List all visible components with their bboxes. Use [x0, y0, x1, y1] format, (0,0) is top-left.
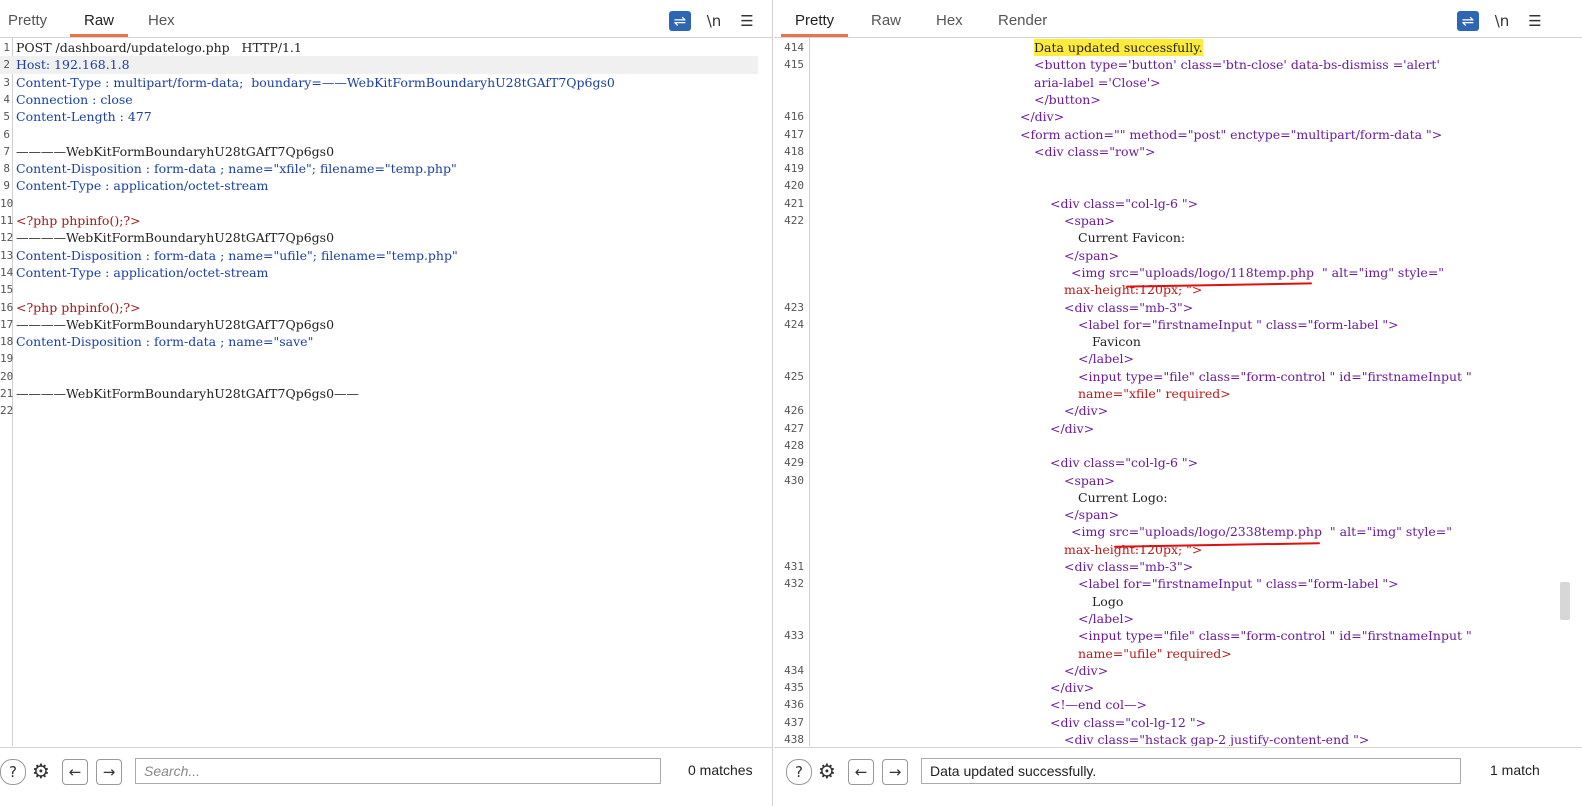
code-line: 436 <!—end col—> — [784, 697, 1147, 713]
code-line: Current Favicon: — [1078, 230, 1186, 246]
code-line: max-height:120px; "> — [1064, 541, 1203, 557]
response-pane: Pretty Raw Hex Render ⇌ \n ☰ 414 Data upd… — [774, 0, 1582, 806]
code-line: 414 Data updated successfully. — [784, 39, 1203, 57]
search-input[interactable]: Search... — [135, 758, 661, 784]
code-line: 431 <div class="mb-3"> — [784, 559, 1194, 574]
newline-toggle[interactable]: \n — [703, 11, 725, 31]
code-line: 438 <div class="hstack gap-2 justify-cont… — [784, 732, 1370, 746]
match-count: 0 matches — [688, 762, 753, 778]
previous-arrow-icon[interactable]: ← — [62, 759, 88, 785]
code-line: 22 — [0, 404, 14, 418]
wrap-lines-icon[interactable]: ⇌ — [1457, 11, 1479, 31]
code-line: </button> — [1034, 91, 1101, 107]
code-line: 426 </div> — [784, 403, 1109, 419]
code-line: 437 <div class="col-lg-12 "> — [784, 714, 1207, 730]
code-line: 15 — [0, 283, 14, 297]
help-icon[interactable]: ? — [0, 759, 26, 785]
code-line: 435 </div> — [784, 680, 1095, 696]
code-line: name="ufile" required> — [1078, 645, 1232, 661]
code-line: 19 — [0, 352, 14, 366]
code-line: 430 <span> — [784, 472, 1115, 488]
code-line: 416 </div> — [784, 109, 1065, 125]
code-line: max-height:120px; "> — [1064, 282, 1203, 298]
code-line: 18 Content-Disposition : form-data ; name… — [0, 334, 314, 350]
code-line: aria-label ='Close'> — [1034, 74, 1161, 90]
request-tabbar: Pretty Raw Hex ⇌ \n ☰ — [0, 0, 772, 38]
settings-gear-icon[interactable]: ⚙ — [815, 759, 839, 783]
code-line: 418 <div class="row"> — [784, 143, 1156, 159]
code-line: </label> — [1078, 351, 1135, 367]
code-line: 429 <div class="col-lg-6 "> — [784, 455, 1199, 471]
code-line: <img src="uploads/logo/118temp.php " alt… — [1071, 264, 1445, 280]
code-line: 6 — [3, 127, 10, 141]
code-line: Logo — [1092, 593, 1124, 609]
help-icon[interactable]: ? — [786, 759, 812, 785]
code-line: 9 Content-Type : application/octet-stream — [3, 178, 269, 194]
tab-pretty[interactable]: Pretty — [0, 11, 61, 35]
code-line: 427 </div> — [784, 420, 1095, 436]
code-line: 20 — [0, 369, 14, 383]
code-line: </label> — [1078, 610, 1135, 626]
code-line: 3 Content-Type : multipart/form-data; bou… — [3, 74, 615, 90]
code-line: </span> — [1064, 247, 1120, 263]
code-line: 419 — [784, 162, 804, 176]
code-line: 424 <label for="firstnameInput " class="f… — [784, 316, 1399, 332]
request-editor[interactable]: 1 POST /dashboard/updatelogo.php HTTP/1.1… — [0, 38, 772, 746]
code-line: 417 <form action="" method="post" enctype… — [784, 126, 1443, 142]
tab-raw[interactable]: Raw — [857, 11, 915, 35]
response-search-bar: ? ⚙ ← → Data updated successfully. 1 mat… — [774, 747, 1582, 794]
code-line: 11 <?php phpinfo();?> — [0, 213, 141, 228]
code-line: 2 Host: 192.168.1.8 — [0, 56, 758, 74]
request-pane: Pretty Raw Hex ⇌ \n ☰ 1 POST /dashboard/u… — [0, 0, 773, 806]
code-line: 4 Connection : close — [3, 91, 133, 107]
code-line: 428 — [784, 438, 804, 452]
tab-hex[interactable]: Hex — [134, 11, 189, 35]
code-line: 10 — [0, 196, 14, 210]
match-count: 1 match — [1490, 762, 1540, 778]
code-line: Current Logo: — [1078, 489, 1168, 505]
code-line: 14 Content-Type : application/octet-strea… — [0, 264, 269, 280]
code-line: name="xfile" required> — [1078, 386, 1231, 401]
search-input[interactable]: Data updated successfully. — [921, 758, 1461, 784]
code-line: 415 <button type='button' class='btn-clos… — [784, 57, 1440, 73]
code-line: 16 <?php phpinfo();?> — [0, 299, 141, 315]
code-line: 434 </div> — [784, 662, 1109, 678]
code-line: 12 ————WebKitFormBoundaryhU28tGAfT7Qp6gs0 — [0, 230, 335, 246]
next-arrow-icon[interactable]: → — [882, 759, 908, 785]
code-line: Favicon — [1092, 334, 1141, 350]
settings-gear-icon[interactable]: ⚙ — [29, 759, 53, 783]
menu-icon[interactable]: ☰ — [1524, 11, 1546, 31]
scrollbar-thumb[interactable] — [1560, 582, 1570, 620]
code-line: 422 <span> — [784, 213, 1115, 228]
code-line: 433 <input type="file" class="form-contro… — [784, 628, 1472, 644]
code-line: 423 <div class="mb-3"> — [784, 299, 1194, 315]
code-line: 432 <label for="firstnameInput " class="f… — [784, 576, 1399, 592]
response-tabbar: Pretty Raw Hex Render ⇌ \n ☰ — [774, 0, 1582, 38]
code-line: 1 POST /dashboard/updatelogo.php HTTP/1.1 — [3, 40, 302, 55]
menu-icon[interactable]: ☰ — [736, 11, 758, 31]
tab-pretty[interactable]: Pretty — [781, 11, 849, 37]
tab-render[interactable]: Render — [984, 11, 1061, 35]
code-line: 21 ————WebKitFormBoundaryhU28tGAfT7Qp6gs0… — [0, 386, 360, 401]
code-line: 425 <input type="file" class="form-contro… — [784, 368, 1472, 384]
code-line: 13 Content-Disposition : form-data ; name… — [0, 247, 458, 263]
code-line: </span> — [1064, 507, 1120, 523]
response-editor[interactable]: 414 Data updated successfully. 415 <button… — [774, 38, 1564, 746]
previous-arrow-icon[interactable]: ← — [848, 759, 874, 785]
newline-toggle[interactable]: \n — [1491, 11, 1513, 31]
code-line: 8 Content-Disposition : form-data ; name=… — [3, 161, 457, 177]
code-line: 420 — [784, 179, 804, 193]
code-line: 17 ————WebKitFormBoundaryhU28tGAfT7Qp6gs0 — [0, 316, 335, 332]
code-line: 421 <div class="col-lg-6 "> — [784, 195, 1199, 211]
tab-hex[interactable]: Hex — [922, 11, 977, 35]
next-arrow-icon[interactable]: → — [96, 759, 122, 785]
wrap-lines-icon[interactable]: ⇌ — [669, 11, 691, 31]
code-line: 7 ————WebKitFormBoundaryhU28tGAfT7Qp6gs0 — [3, 143, 335, 159]
tab-raw[interactable]: Raw — [70, 11, 129, 37]
code-line: <img src="uploads/logo/2338temp.php " al… — [1071, 524, 1453, 540]
code-line: 5 Content-Length : 477 — [3, 109, 152, 125]
request-search-bar: ? ⚙ ← → Search... 0 matches — [0, 747, 772, 794]
